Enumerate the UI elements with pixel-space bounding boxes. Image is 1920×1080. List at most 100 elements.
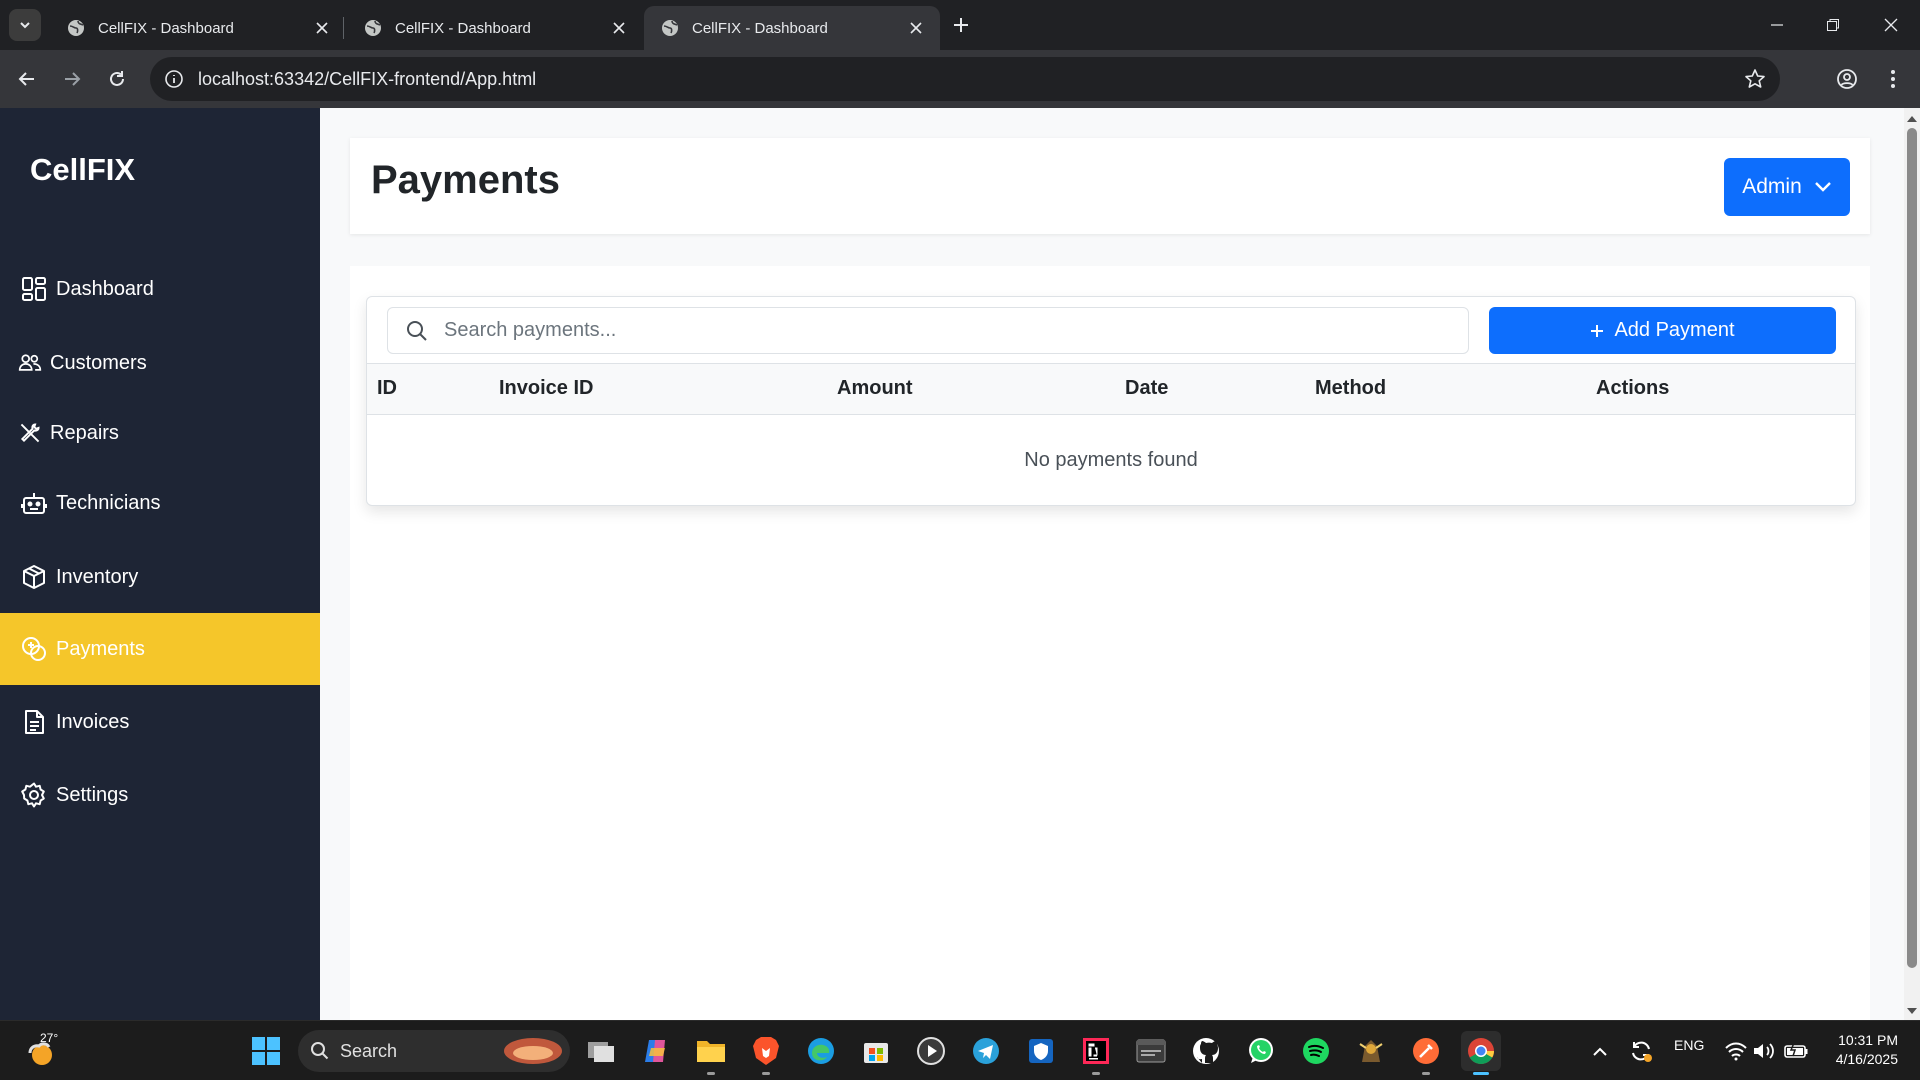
sidebar-item-label: Settings (56, 783, 129, 806)
minimize-button[interactable] (1762, 10, 1792, 40)
plus-icon (1591, 324, 1604, 337)
taskbar-telegram[interactable] (966, 1031, 1006, 1071)
kebab-menu-icon (1891, 70, 1895, 88)
scrollbar-thumb[interactable] (1907, 128, 1917, 968)
system-clock[interactable]: 10:31 PM 4/16/2025 (1836, 1031, 1898, 1069)
sidebar-item-label: Dashboard (56, 277, 154, 300)
column-header-amount[interactable]: Amount (837, 377, 913, 400)
add-payment-button[interactable]: Add Payment (1489, 307, 1836, 354)
sidebar-item-label: Technicians (56, 491, 161, 514)
sidebar-item-dashboard[interactable]: Dashboard (0, 253, 320, 325)
sidebar-item-invoices[interactable]: Invoices (0, 686, 320, 758)
taskbar-spotify[interactable] (1296, 1031, 1336, 1071)
vpn-icon (1029, 1039, 1053, 1063)
taskbar-whatsapp[interactable] (1241, 1031, 1281, 1071)
taskbar-file-explorer[interactable] (691, 1031, 731, 1075)
taskbar-game[interactable] (1351, 1031, 1391, 1071)
taskbar-search[interactable]: Search (298, 1030, 570, 1072)
back-button[interactable] (10, 62, 44, 96)
add-payment-label: Add Payment (1614, 319, 1735, 341)
taskbar-media-player[interactable] (911, 1031, 951, 1071)
sidebar-item-inventory[interactable]: Inventory (0, 541, 320, 613)
browser-tab-2[interactable]: CellFIX - Dashboard (347, 6, 643, 50)
site-info-icon[interactable] (164, 69, 184, 89)
taskbar-edge[interactable] (801, 1031, 841, 1071)
volume-icon[interactable] (1752, 1041, 1776, 1061)
forward-button[interactable] (55, 62, 89, 96)
sidebar-item-customers[interactable]: Customers (0, 327, 320, 399)
column-header-id[interactable]: ID (377, 377, 397, 400)
sidebar-item-technicians[interactable]: Technicians (0, 467, 320, 539)
close-window-button[interactable] (1876, 10, 1906, 40)
taskbar-brave[interactable] (746, 1031, 786, 1075)
profile-icon (1837, 69, 1857, 89)
close-tab-icon[interactable] (906, 18, 926, 38)
brand-logo[interactable]: CellFIX (30, 152, 135, 188)
scroll-down-icon[interactable] (1904, 1004, 1920, 1018)
arrow-right-icon (65, 72, 81, 86)
mysql-icon (1136, 1039, 1166, 1063)
taskbar-postman[interactable] (1406, 1031, 1446, 1075)
tab-search-button[interactable] (9, 9, 41, 41)
taskbar-mysql[interactable] (1131, 1031, 1171, 1071)
browser-tab-1[interactable]: CellFIX - Dashboard (50, 6, 346, 50)
sidebar-item-label: Payments (56, 637, 145, 660)
document-icon (25, 710, 44, 734)
github-icon (1193, 1038, 1219, 1064)
spotify-icon (1303, 1038, 1329, 1064)
page-title: Payments (371, 158, 560, 202)
new-tab-button[interactable] (950, 14, 972, 36)
sidebar-item-repairs[interactable]: Repairs (0, 397, 320, 469)
start-button[interactable] (246, 1031, 286, 1071)
restore-button[interactable] (1818, 10, 1848, 40)
column-header-method[interactable]: Method (1315, 377, 1386, 400)
whatsapp-icon (1249, 1038, 1273, 1063)
bookmark-star-icon[interactable] (1744, 68, 1766, 95)
column-header-invoice-id[interactable]: Invoice ID (499, 377, 593, 400)
search-icon (407, 320, 427, 341)
browser-menu-button[interactable] (1876, 62, 1910, 96)
edge-icon (808, 1038, 834, 1064)
taskbar-task-view[interactable] (581, 1031, 621, 1071)
chevron-down-icon (1814, 182, 1831, 192)
reload-button[interactable] (100, 62, 134, 96)
taskbar-copilot[interactable] (636, 1031, 676, 1071)
search-box[interactable] (387, 307, 1469, 354)
sync-icon[interactable] (1628, 1038, 1654, 1064)
brave-icon (753, 1037, 779, 1065)
url-text[interactable]: localhost:63342/CellFIX-frontend/App.htm… (198, 69, 536, 90)
postman-icon (1413, 1038, 1439, 1064)
address-bar[interactable]: localhost:63342/CellFIX-frontend/App.htm… (150, 57, 1780, 101)
chevron-up-icon[interactable] (1592, 1045, 1608, 1057)
column-header-date[interactable]: Date (1125, 377, 1168, 400)
folder-icon (697, 1041, 725, 1062)
sidebar-item-payments[interactable]: Payments (0, 613, 320, 685)
admin-dropdown-button[interactable]: Admin (1724, 158, 1850, 216)
language-indicator[interactable]: ENG (1674, 1037, 1704, 1053)
battery-icon[interactable] (1783, 1042, 1809, 1060)
game-icon (1359, 1040, 1383, 1062)
empty-state-message: No payments found (1024, 449, 1198, 471)
taskbar-vpn[interactable] (1021, 1031, 1061, 1071)
close-tab-icon[interactable] (609, 18, 629, 38)
tab-title: CellFIX - Dashboard (98, 19, 234, 37)
profile-button[interactable] (1830, 62, 1864, 96)
browser-tab-3-active[interactable]: CellFIX - Dashboard (644, 6, 940, 50)
sidebar-item-label: Invoices (56, 710, 130, 733)
tab-title: CellFIX - Dashboard (692, 19, 828, 37)
tools-icon (20, 423, 40, 443)
taskbar-store[interactable] (856, 1031, 896, 1071)
sidebar: CellFIX Dashboard Customers Repairs Tech… (0, 108, 320, 1020)
wifi-icon[interactable] (1724, 1041, 1748, 1061)
taskbar-chrome[interactable] (1461, 1031, 1501, 1075)
page-viewport: CellFIX Dashboard Customers Repairs Tech… (0, 108, 1904, 1020)
store-icon (864, 1043, 888, 1063)
sidebar-item-settings[interactable]: Settings (0, 759, 320, 831)
taskbar-github[interactable] (1186, 1031, 1226, 1071)
scroll-up-icon[interactable] (1904, 112, 1920, 126)
close-tab-icon[interactable] (312, 18, 332, 38)
admin-label: Admin (1742, 175, 1802, 198)
browser-toolbar: localhost:63342/CellFIX-frontend/App.htm… (0, 50, 1920, 108)
search-input[interactable] (444, 319, 1344, 342)
taskbar-intellij[interactable] (1076, 1031, 1116, 1075)
